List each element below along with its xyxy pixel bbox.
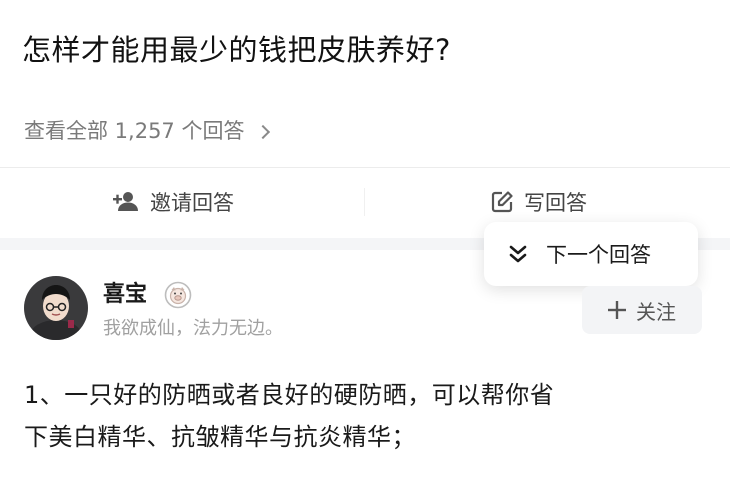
- answer-line: 1、一只好的防晒或者良好的硬防晒，可以帮你省: [24, 381, 555, 409]
- next-answer-label: 下一个回答: [546, 243, 651, 267]
- answer-content[interactable]: 1、一只好的防晒或者良好的硬防晒，可以帮你省 下美白精华、抗皱精华与抗炎精华；: [24, 374, 704, 458]
- answer-page: 怎样才能用最少的钱把皮肤养好? 查看全部 1,257 个回答 邀请回答 写回答: [0, 0, 730, 481]
- follow-label: 关注: [636, 299, 676, 324]
- follow-button[interactable]: 关注: [582, 286, 702, 334]
- chevron-right-icon: [256, 124, 271, 139]
- edit-pen-icon: [491, 191, 513, 213]
- question-title[interactable]: 怎样才能用最少的钱把皮肤养好?: [22, 30, 451, 70]
- add-person-icon: [113, 192, 138, 211]
- plus-icon: [608, 301, 626, 319]
- view-all-label: 查看全部 1,257 个回答: [24, 119, 245, 143]
- avatar-image: [24, 276, 88, 340]
- answer-line: 下美白精华、抗皱精华与抗炎精华；: [24, 423, 416, 451]
- action-separator: [364, 188, 365, 216]
- pig-badge-icon: [164, 281, 192, 309]
- author-bio: 我欲成仙，法力无边。: [103, 318, 283, 339]
- author-name[interactable]: 喜宝: [103, 280, 147, 310]
- invite-answer-button[interactable]: 邀请回答: [112, 168, 234, 236]
- view-all-answers-link[interactable]: 查看全部 1,257 个回答: [24, 116, 271, 146]
- write-answer-label: 写回答: [524, 191, 587, 215]
- double-chevron-down-icon: [509, 245, 527, 263]
- avatar[interactable]: [24, 276, 88, 340]
- invite-answer-label: 邀请回答: [150, 191, 234, 215]
- next-answer-button[interactable]: 下一个回答: [484, 222, 698, 286]
